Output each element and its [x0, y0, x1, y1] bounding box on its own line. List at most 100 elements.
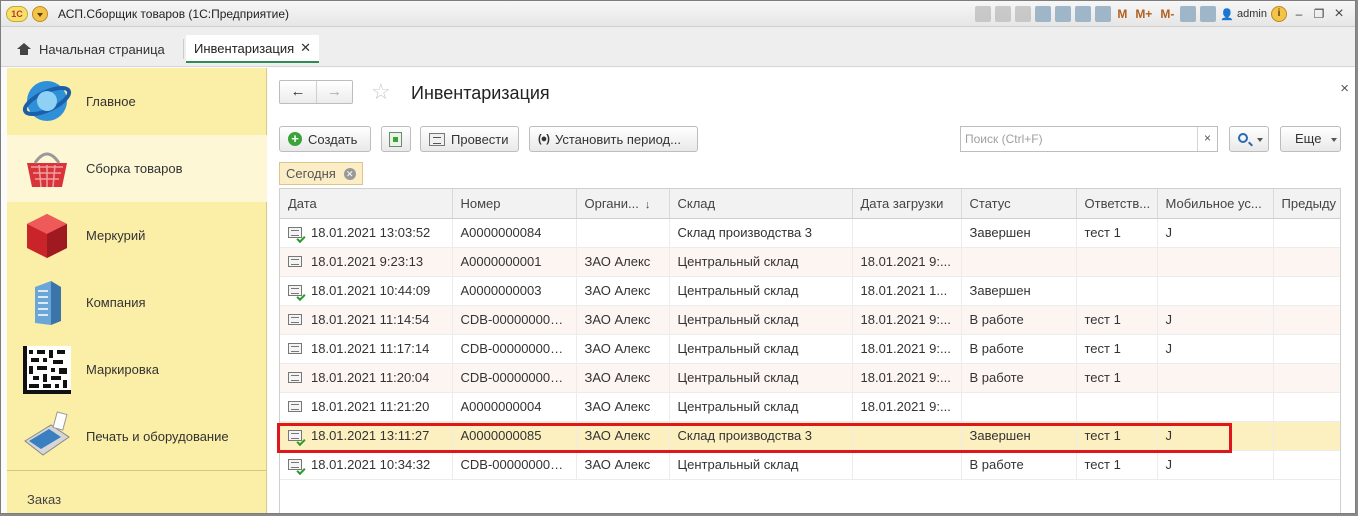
panels-icon[interactable] [1200, 6, 1217, 22]
more-button[interactable]: Еще [1280, 126, 1341, 152]
cell-warehouse: Центральный склад [669, 392, 853, 422]
cell-date: 18.01.2021 10:44:09 [280, 276, 453, 306]
preview-icon[interactable] [1015, 6, 1032, 22]
sidebar-item-assembly[interactable]: Сборка товаров [7, 135, 267, 202]
memory-minus-button[interactable]: M- [1158, 7, 1176, 21]
cell-date: 18.01.2021 11:20:04 [280, 363, 453, 393]
column-header-status[interactable]: Статус [961, 189, 1077, 219]
filter-clear-icon[interactable]: ✕ [343, 167, 356, 180]
cell-date-text: 18.01.2021 10:44:09 [311, 283, 431, 298]
link-icon[interactable] [1035, 6, 1052, 22]
table-row[interactable]: 18.01.2021 11:14:54 CDB-000000000... ЗАО А… [280, 305, 1340, 335]
table-row[interactable]: 18.01.2021 13:03:52 A0000000084 Склад прои… [280, 218, 1340, 248]
favorite-star-icon[interactable]: ☆ [371, 80, 391, 104]
cell-responsible: тест 1 [1076, 305, 1158, 335]
column-header-load-date[interactable]: Дата загрузки [852, 189, 962, 219]
table-header: Дата Номер Органи... ↓ Склад Дата загрузк… [280, 189, 1340, 219]
cell-date: 18.01.2021 11:17:14 [280, 334, 453, 364]
column-header-responsible[interactable]: Ответств... [1076, 189, 1158, 219]
cell-number: CDB-000000000... [452, 334, 577, 364]
close-window-icon[interactable]: × [1331, 5, 1347, 23]
user-icon: 👤 [1220, 8, 1235, 21]
create-button[interactable]: + Создать [279, 126, 371, 152]
cell-date-text: 18.01.2021 11:17:14 [311, 341, 430, 356]
sidebar-item-label: Сборка товаров [86, 161, 183, 176]
cell-load-date-text: 18.01.2021 9:... [860, 341, 951, 356]
cell-load-date: 18.01.2021 9:... [852, 363, 962, 393]
basket-icon [27, 152, 67, 188]
tab-home[interactable]: Начальная страница [9, 37, 173, 61]
tab-home-label: Начальная страница [39, 41, 165, 57]
post-icon [429, 132, 445, 146]
table-row[interactable]: 18.01.2021 13:11:27 A0000000085 ЗАО Алекс С… [280, 421, 1340, 451]
search-clear-icon[interactable]: × [1197, 127, 1217, 151]
tab-inventory[interactable]: Инвентаризация ✕ [186, 35, 320, 63]
cell-date-text: 18.01.2021 10:34:32 [311, 457, 431, 472]
table-row[interactable]: 18.01.2021 11:17:14 CDB-000000000... ЗАО А… [280, 334, 1340, 364]
table-row[interactable]: 18.01.2021 10:44:09 A0000000003 ЗАО Алекс Ц… [280, 276, 1340, 306]
app-logo-icon[interactable]: 1С [6, 6, 28, 22]
back-button[interactable]: ← [280, 81, 316, 103]
copy-button[interactable] [381, 126, 411, 152]
cell-status [961, 247, 1077, 277]
column-header-previous[interactable]: Предыду [1273, 189, 1340, 219]
tab-divider [183, 39, 184, 59]
memory-m-button[interactable]: M [1115, 7, 1129, 21]
zoom-icon[interactable] [1180, 6, 1197, 22]
cell-status-text: В работе [969, 341, 1024, 356]
cell-previous [1273, 392, 1340, 422]
column-header-number[interactable]: Номер [452, 189, 577, 219]
sidebar-item-mercury[interactable]: Меркурий [7, 202, 267, 269]
title-bar: 1С АСП.Сборщик товаров (1С:Предприятие) … [1, 1, 1355, 27]
column-header-warehouse[interactable]: Склад [669, 189, 853, 219]
posted-document-icon [288, 285, 302, 296]
cell-date: 18.01.2021 11:21:20 [280, 392, 453, 422]
cell-load-date-text: 18.01.2021 9:... [860, 254, 951, 269]
filter-chip-today[interactable]: Сегодня ✕ [279, 162, 363, 185]
print-icon[interactable] [995, 6, 1012, 22]
cell-mobile [1157, 247, 1274, 277]
tab-close-icon[interactable]: ✕ [300, 40, 311, 56]
memory-plus-button[interactable]: M+ [1133, 7, 1154, 21]
user-menu[interactable]: 👤 admin [1220, 8, 1267, 21]
table-row[interactable]: 18.01.2021 11:21:20 A0000000004 ЗАО Алекс Ц… [280, 392, 1340, 422]
save-icon[interactable] [975, 6, 992, 22]
table-row[interactable]: 18.01.2021 10:34:32 CDB-000000000... ЗАО А… [280, 450, 1340, 480]
column-header-mobile[interactable]: Мобильное ус... [1157, 189, 1274, 219]
column-header-org[interactable]: Органи... ↓ [576, 189, 670, 219]
table-row[interactable]: 18.01.2021 9:23:13 A0000000001 ЗАО Алекс Це… [280, 247, 1340, 277]
close-form-icon[interactable]: × [1340, 80, 1349, 97]
cell-warehouse: Центральный склад [669, 247, 853, 277]
cell-warehouse: Центральный склад [669, 334, 853, 364]
main-menu-icon[interactable] [32, 6, 48, 22]
set-period-button[interactable]: (●) Установить период... [529, 126, 698, 152]
info-icon[interactable]: i [1271, 6, 1287, 22]
cell-number-text: CDB-000000000... [460, 457, 569, 472]
cube-icon [27, 214, 67, 258]
column-header-date[interactable]: Дата [280, 189, 453, 219]
inventory-table: Дата Номер Органи... ↓ Склад Дата загрузк… [279, 188, 1341, 513]
cell-responsible-text: тест 1 [1084, 312, 1121, 327]
post-button[interactable]: Провести [420, 126, 519, 152]
search-button[interactable] [1229, 126, 1269, 152]
attach-icon[interactable] [1055, 6, 1072, 22]
minimize-icon[interactable]: – [1291, 7, 1307, 21]
title-toolbar: M M+ M- 👤 admin i – ❐ × [975, 5, 1347, 23]
table-row[interactable]: 18.01.2021 11:20:04 CDB-000000000... ЗАО А… [280, 363, 1340, 393]
sidebar-item-company[interactable]: Компания [7, 269, 267, 336]
search-input[interactable] [961, 127, 1197, 151]
sidebar-item-main[interactable]: Главное [7, 68, 267, 135]
plus-icon: + [288, 132, 302, 146]
calendar-icon[interactable] [1095, 6, 1112, 22]
forward-button[interactable]: → [315, 81, 352, 103]
cell-number-text: CDB-000000000... [460, 370, 569, 385]
sidebar-item-printing[interactable]: Печать и оборудование [7, 403, 267, 470]
calculator-icon[interactable] [1075, 6, 1092, 22]
cell-date-text: 18.01.2021 9:23:13 [311, 254, 424, 269]
sidebar-item-order[interactable]: Заказ [27, 492, 61, 507]
cell-responsible: тест 1 [1076, 363, 1158, 393]
sidebar-item-marking[interactable]: Маркировка [7, 336, 267, 403]
restore-icon[interactable]: ❐ [1311, 7, 1327, 21]
set-period-label: Установить период... [554, 131, 681, 147]
cell-load-date: 18.01.2021 1... [852, 276, 962, 306]
